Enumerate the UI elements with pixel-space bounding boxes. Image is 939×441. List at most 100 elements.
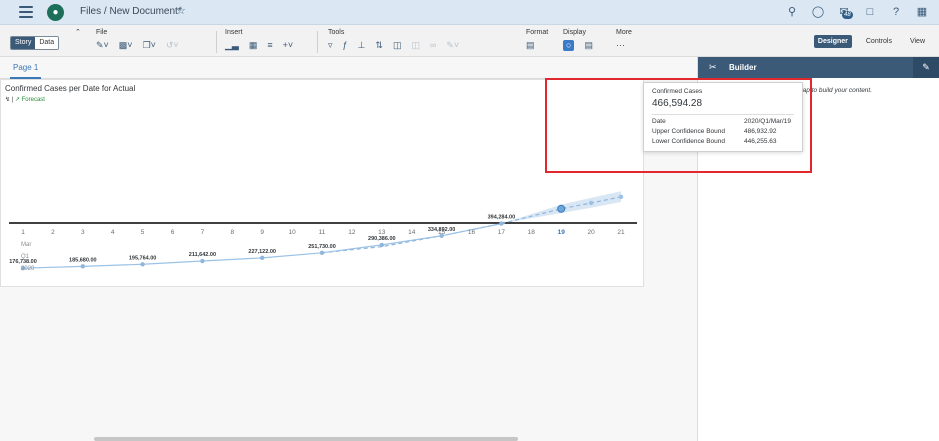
copy-icon[interactable]: ❐˅ bbox=[143, 40, 156, 51]
chat-icon[interactable]: □ bbox=[863, 5, 877, 19]
chart-icon[interactable]: ▁▃ bbox=[225, 40, 239, 51]
notification-badge: 48 bbox=[842, 11, 853, 19]
mode-switcher: Designer Controls View bbox=[813, 35, 929, 48]
story-data-toggle: Story Data bbox=[10, 36, 60, 50]
builder-header: ✂ Builder ✎ bbox=[698, 57, 939, 78]
display-label: Display bbox=[563, 29, 586, 36]
x-tick-label: 5 bbox=[141, 229, 145, 236]
shell-actions: ⚲ ◯ ✉48 □ ? ▦ bbox=[785, 5, 929, 19]
breadcrumb-files[interactable]: Files bbox=[80, 6, 101, 17]
file-group: File ✎˅ ▩˅ ❐˅ ↺˅ bbox=[96, 29, 179, 51]
data-label: 394,284.00 bbox=[488, 215, 516, 221]
designer-button[interactable]: Designer bbox=[813, 35, 852, 48]
data-label: 185,680.00 bbox=[69, 257, 97, 263]
x-tick-label: 19 bbox=[558, 229, 566, 236]
grid-layout-icon[interactable]: ▤ bbox=[584, 40, 593, 51]
notifications-icon[interactable]: ✉48 bbox=[837, 5, 853, 19]
file-label: File bbox=[96, 29, 108, 36]
menu-icon[interactable] bbox=[19, 6, 33, 18]
data-label: 227,122.00 bbox=[248, 249, 276, 255]
x-sub-label: Q1 bbox=[21, 254, 30, 260]
format-group: Format ▤ bbox=[526, 29, 548, 51]
styling-brush-icon[interactable]: ✎ bbox=[913, 57, 939, 78]
input-control-icon[interactable]: ≡ bbox=[267, 40, 272, 51]
story-toggle[interactable]: Story bbox=[11, 37, 36, 49]
more-options-icon[interactable]: ⋯ bbox=[616, 40, 625, 51]
formula-icon[interactable]: ƒ bbox=[343, 40, 348, 51]
forecast-point bbox=[588, 200, 594, 206]
actual-point bbox=[379, 242, 384, 248]
more-group: More ⋯ bbox=[616, 29, 632, 51]
page-tabs: Page 1 bbox=[0, 57, 697, 79]
x-tick-label: 17 bbox=[498, 229, 506, 236]
brush-icon[interactable]: ✎˅ bbox=[446, 40, 459, 51]
x-tick-label: 6 bbox=[171, 229, 175, 236]
data-label: 290,386.00 bbox=[368, 236, 396, 242]
x-tick-label: 15 bbox=[438, 229, 446, 236]
x-tick-label: 1 bbox=[21, 229, 25, 236]
breadcrumb-separator: / bbox=[103, 6, 107, 17]
controls-button[interactable]: Controls bbox=[862, 35, 896, 48]
data-label: 211,642.00 bbox=[189, 252, 216, 258]
tab-page-1[interactable]: Page 1 bbox=[9, 63, 42, 79]
data-label: 251,730.00 bbox=[308, 244, 336, 250]
toolbar-divider bbox=[317, 31, 318, 53]
link-icon[interactable]: ∞ bbox=[430, 40, 436, 51]
actual-point bbox=[499, 221, 504, 226]
add-icon[interactable]: +˅ bbox=[283, 40, 294, 51]
more-label: More bbox=[616, 29, 632, 36]
table-icon[interactable]: ▦ bbox=[249, 40, 258, 51]
x-tick-label: 11 bbox=[319, 229, 326, 236]
comment-mode-icon[interactable]: ○ bbox=[563, 40, 575, 51]
help-icon[interactable]: ? bbox=[889, 5, 903, 19]
x-tick-label: 2 bbox=[51, 229, 55, 236]
search-icon[interactable]: ⚲ bbox=[785, 5, 799, 19]
x-tick-label: 14 bbox=[408, 229, 416, 236]
actual-point bbox=[80, 264, 86, 269]
x-tick-label: 13 bbox=[378, 229, 386, 236]
highlighted-point bbox=[557, 204, 566, 213]
collapse-toolbar-icon[interactable]: ⌃ bbox=[75, 28, 81, 36]
share-icon[interactable]: ↺˅ bbox=[166, 40, 179, 51]
horizontal-scrollbar[interactable] bbox=[94, 437, 518, 441]
sort-icon[interactable]: ⇅ bbox=[375, 40, 383, 51]
x-tick-label: 8 bbox=[230, 229, 234, 236]
insert-label: Insert bbox=[225, 29, 243, 36]
data-label: 176,738.00 bbox=[9, 259, 37, 265]
x-tick-label: 10 bbox=[288, 229, 296, 236]
builder-tools-icon: ✂ bbox=[709, 62, 717, 72]
apps-grid-icon[interactable]: ▦ bbox=[915, 5, 929, 19]
actual-point bbox=[260, 255, 265, 261]
edit-icon[interactable]: ✎˅ bbox=[96, 40, 109, 51]
format-label: Format bbox=[526, 29, 549, 36]
display-group: Display ○ ▤ bbox=[563, 29, 593, 51]
data-toggle[interactable]: Data bbox=[35, 37, 59, 49]
x-tick-label: 21 bbox=[617, 229, 625, 236]
toolbar: Story Data ⌃ File ✎˅ ▩˅ ❐˅ ↺˅ Insert ▁▃ … bbox=[0, 25, 939, 57]
filter-icon[interactable]: ▿ bbox=[328, 40, 333, 51]
x-tick-label: 7 bbox=[201, 229, 205, 236]
hierarchy-icon[interactable]: ⊥ bbox=[358, 40, 366, 51]
x-tick-label: 18 bbox=[528, 229, 536, 236]
data-label: 195,764.00 bbox=[129, 255, 157, 261]
tools-label: Tools bbox=[328, 29, 345, 36]
x-tick-label: 3 bbox=[81, 229, 85, 236]
toolbar-divider bbox=[216, 31, 217, 53]
x-tick-label: 12 bbox=[348, 229, 356, 236]
x-sub-label: 2020 bbox=[21, 266, 35, 272]
view-button[interactable]: View bbox=[906, 35, 929, 48]
lightbulb-icon[interactable]: ◯ bbox=[811, 5, 825, 19]
conditional-format-icon[interactable]: ◫ bbox=[411, 40, 420, 51]
x-sub-label: Mar bbox=[21, 242, 31, 248]
x-tick-label: 4 bbox=[111, 229, 115, 236]
breadcrumb: Files / New Document* bbox=[80, 6, 182, 17]
favorite-star-icon[interactable]: ☆ bbox=[176, 4, 186, 17]
builder-title: Builder bbox=[729, 63, 757, 72]
x-tick-label: 16 bbox=[468, 229, 476, 236]
shell-bar: ● Files / New Document* ☆ ⚲ ◯ ✉48 □ ? ▦ bbox=[0, 0, 939, 25]
format-painter-icon[interactable]: ▤ bbox=[526, 40, 535, 51]
linked-analysis-icon[interactable]: ◫ bbox=[393, 40, 402, 51]
save-icon[interactable]: ▩˅ bbox=[119, 40, 133, 51]
avatar[interactable]: ● bbox=[47, 4, 64, 21]
actual-point bbox=[140, 262, 145, 267]
